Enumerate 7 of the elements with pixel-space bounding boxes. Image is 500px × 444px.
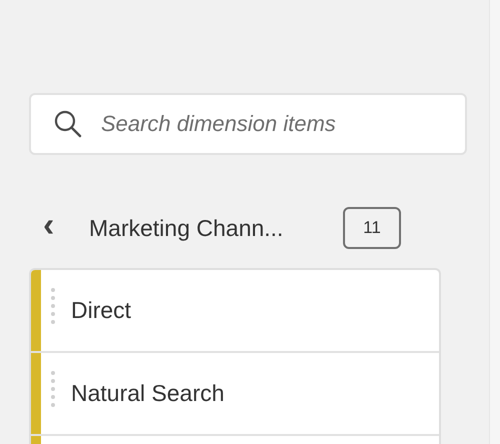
search-field[interactable]: Search dimension items (29, 93, 467, 155)
count-badge: 11 (343, 207, 401, 249)
back-button[interactable]: ‹ (29, 206, 89, 250)
dimension-title: Marketing Chann... (89, 214, 284, 242)
list-item[interactable]: Direct (31, 270, 439, 353)
list-item[interactable]: Natural Search (31, 353, 439, 436)
search-icon (53, 109, 83, 139)
